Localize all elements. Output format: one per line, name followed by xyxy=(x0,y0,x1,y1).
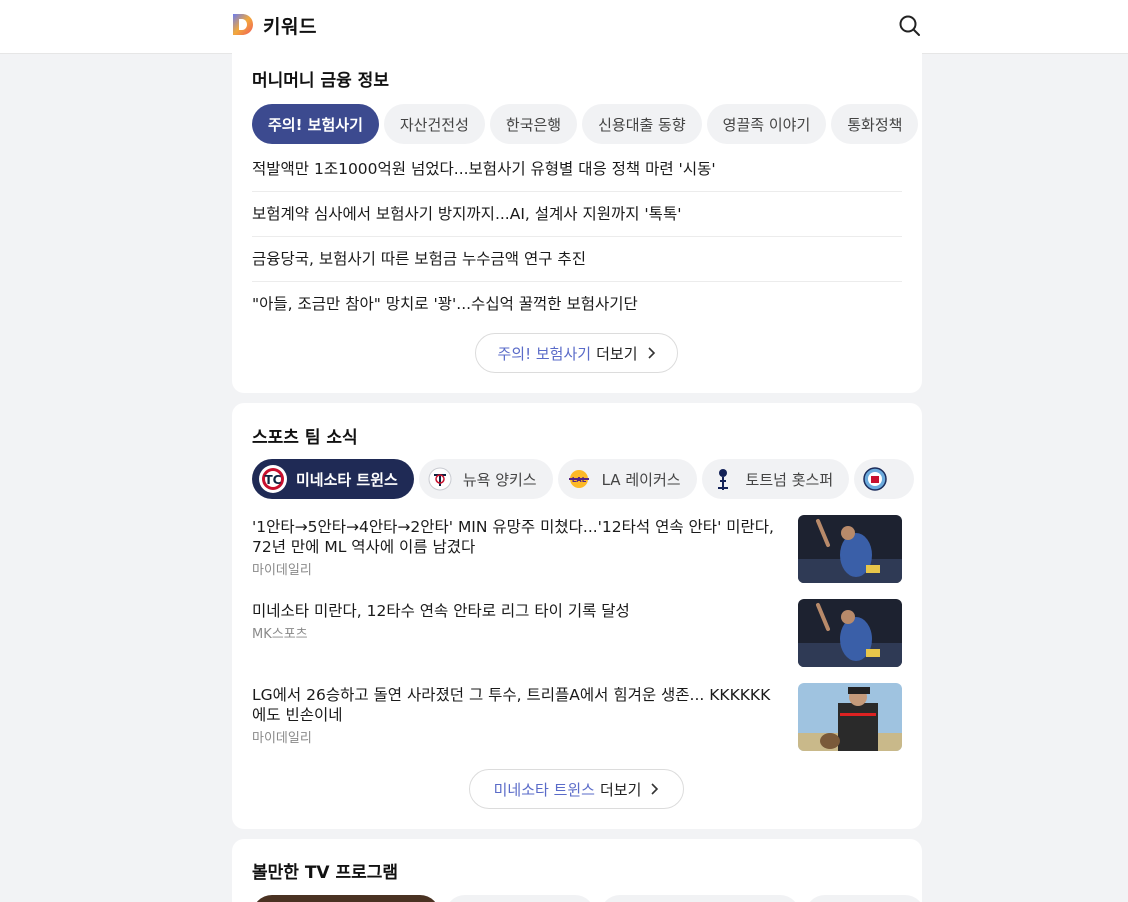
more-label: 더보기 xyxy=(599,780,642,799)
topic-chip-bank-of-korea[interactable]: 한국은행 xyxy=(489,104,578,144)
twins-logo-icon: TC xyxy=(258,464,288,494)
news-source: 마이데일리 xyxy=(252,563,312,578)
finance-topic-chips: 주의! 보험사기 자산건전성 한국은행 신용대출 동향 영끌족 이야기 통화정책 xyxy=(252,104,922,144)
news-item[interactable]: "아들, 조금만 참아" 망치로 '꽝'...수십억 꿀꺽한 보험사기단 xyxy=(252,282,902,327)
news-item[interactable]: 금융당국, 보험사기 따른 보험금 누수금액 연구 추진 xyxy=(252,237,902,282)
man-city-logo-icon xyxy=(860,464,890,494)
more-label: 더보기 xyxy=(596,344,638,363)
chevron-right-icon xyxy=(651,783,659,795)
team-chips: TC 미네소타 트윈스 뉴욕 양키스 LAL LA 레이커스 토트넘 홋스퍼 xyxy=(252,459,922,499)
tv-chip[interactable] xyxy=(600,895,800,902)
topic-chip-monetary-policy[interactable]: 통화정책 xyxy=(831,104,919,144)
team-chip-la-lakers[interactable]: LAL LA 레이커스 xyxy=(557,459,697,499)
team-chip-label: 뉴욕 양키스 xyxy=(462,470,537,489)
topic-chip-credit-loan[interactable]: 신용대출 동향 xyxy=(582,104,702,144)
tv-card: 볼만한 TV 프로그램 xyxy=(232,839,922,902)
topic-chip-young-borrowers[interactable]: 영끌족 이야기 xyxy=(706,104,827,144)
tv-chip[interactable] xyxy=(805,895,922,902)
team-chip-manchester-city[interactable] xyxy=(854,459,915,499)
finance-news-list: 적발액만 1조1000억원 넘었다...보험사기 유형별 대응 정책 마련 '시… xyxy=(252,147,902,327)
tv-title: 볼만한 TV 프로그램 xyxy=(252,863,399,883)
team-chip-label: 토트넘 홋스퍼 xyxy=(745,470,834,489)
svg-text:TC: TC xyxy=(265,473,282,487)
topic-chip-insurance-fraud[interactable]: 주의! 보험사기 xyxy=(252,104,379,144)
yankees-logo-icon xyxy=(425,464,455,494)
team-chip-minnesota-twins[interactable]: TC 미네소타 트윈스 xyxy=(252,459,414,499)
chevron-right-icon xyxy=(647,347,655,359)
news-item[interactable]: 보험계약 심사에서 보험사기 방지까지...AI, 설계사 지원까지 '톡톡' xyxy=(252,192,902,237)
lakers-logo-icon: LAL xyxy=(564,464,594,494)
news-headline: '1안타→5안타→4안타→2안타' MIN 유망주 미쳤다...'12타석 연속… xyxy=(252,518,774,556)
sports-more-button[interactable]: 미네소타 트윈스 더보기 xyxy=(469,769,684,809)
tv-chip[interactable] xyxy=(252,895,440,902)
svg-text:LAL: LAL xyxy=(571,476,586,484)
news-thumbnail-image xyxy=(798,599,902,667)
tv-chip[interactable] xyxy=(445,895,595,902)
sports-card: 스포츠 팀 소식 TC 미네소타 트윈스 뉴욕 양키스 LAL LA 레이커스 … xyxy=(232,403,922,829)
more-topic-label: 주의! 보험사기 xyxy=(497,344,592,363)
topic-chip-asset-soundness[interactable]: 자산건전성 xyxy=(383,104,485,144)
sports-title: 스포츠 팀 소식 xyxy=(252,428,358,448)
tv-chips xyxy=(252,895,922,902)
finance-card: 머니머니 금융 정보 주의! 보험사기 자산건전성 한국은행 신용대출 동향 영끌족 이… xyxy=(232,44,922,393)
team-chip-label: 미네소타 트윈스 xyxy=(296,470,398,489)
sports-news-item[interactable]: 미네소타 미란다, 12타수 연속 안타로 리그 타이 기록 달성 MK스포츠 xyxy=(252,599,902,667)
finance-more-button[interactable]: 주의! 보험사기 더보기 xyxy=(475,333,678,373)
sports-news-item[interactable]: '1안타→5안타→4안타→2안타' MIN 유망주 미쳤다...'12타석 연속… xyxy=(252,515,902,583)
news-thumbnail-image xyxy=(798,515,902,583)
tottenham-logo-icon xyxy=(708,464,738,494)
team-chip-new-york-yankees[interactable]: 뉴욕 양키스 xyxy=(418,459,553,499)
news-source: 마이데일리 xyxy=(252,731,312,746)
news-thumbnail-image xyxy=(798,683,902,751)
brand-title[interactable]: 키워드 xyxy=(263,12,317,39)
news-headline: LG에서 26승하고 돌연 사라졌던 그 투수, 트리플A에서 힘겨운 생존..… xyxy=(252,686,771,724)
news-headline: 미네소타 미란다, 12타수 연속 안타로 리그 타이 기록 달성 xyxy=(252,602,630,620)
more-topic-label: 미네소타 트윈스 xyxy=(493,780,595,799)
team-chip-tottenham-hotspur[interactable]: 토트넘 홋스퍼 xyxy=(701,459,850,499)
news-item[interactable]: 적발액만 1조1000억원 넘었다...보험사기 유형별 대응 정책 마련 '시… xyxy=(252,147,902,192)
team-chip-label: LA 레이커스 xyxy=(601,470,681,489)
keyword-logo-icon[interactable] xyxy=(231,12,255,37)
sports-news-item[interactable]: LG에서 26승하고 돌연 사라졌던 그 투수, 트리플A에서 힘겨운 생존..… xyxy=(252,683,902,751)
news-source: MK스포츠 xyxy=(252,627,308,642)
finance-title: 머니머니 금융 정보 xyxy=(252,71,389,91)
search-icon[interactable] xyxy=(897,13,923,39)
